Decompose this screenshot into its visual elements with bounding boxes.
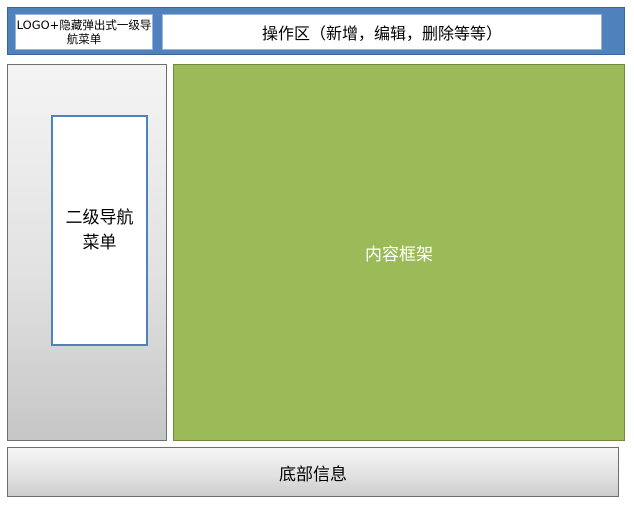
content-frame-label: 内容框架 <box>365 245 433 265</box>
content-frame: 内容框架 <box>173 64 625 441</box>
logo-nav-label: LOGO+隐藏弹出式一级导航菜单 <box>16 18 152 46</box>
header-area: LOGO+隐藏弹出式一级导航菜单 操作区（新增，编辑，删除等等） <box>7 7 625 55</box>
sidebar-area: 二级导航菜单 <box>7 64 167 441</box>
secondary-nav-box: 二级导航菜单 <box>51 115 148 346</box>
secondary-nav-label: 二级导航菜单 <box>65 207 134 253</box>
layout-diagram: LOGO+隐藏弹出式一级导航菜单 操作区（新增，编辑，删除等等） 二级导航菜单 … <box>0 0 634 505</box>
logo-nav-box: LOGO+隐藏弹出式一级导航菜单 <box>15 14 153 50</box>
operations-box: 操作区（新增，编辑，删除等等） <box>162 14 602 50</box>
operations-label: 操作区（新增，编辑，删除等等） <box>261 24 502 43</box>
footer-area: 底部信息 <box>7 447 619 497</box>
footer-label: 底部信息 <box>279 464 347 485</box>
